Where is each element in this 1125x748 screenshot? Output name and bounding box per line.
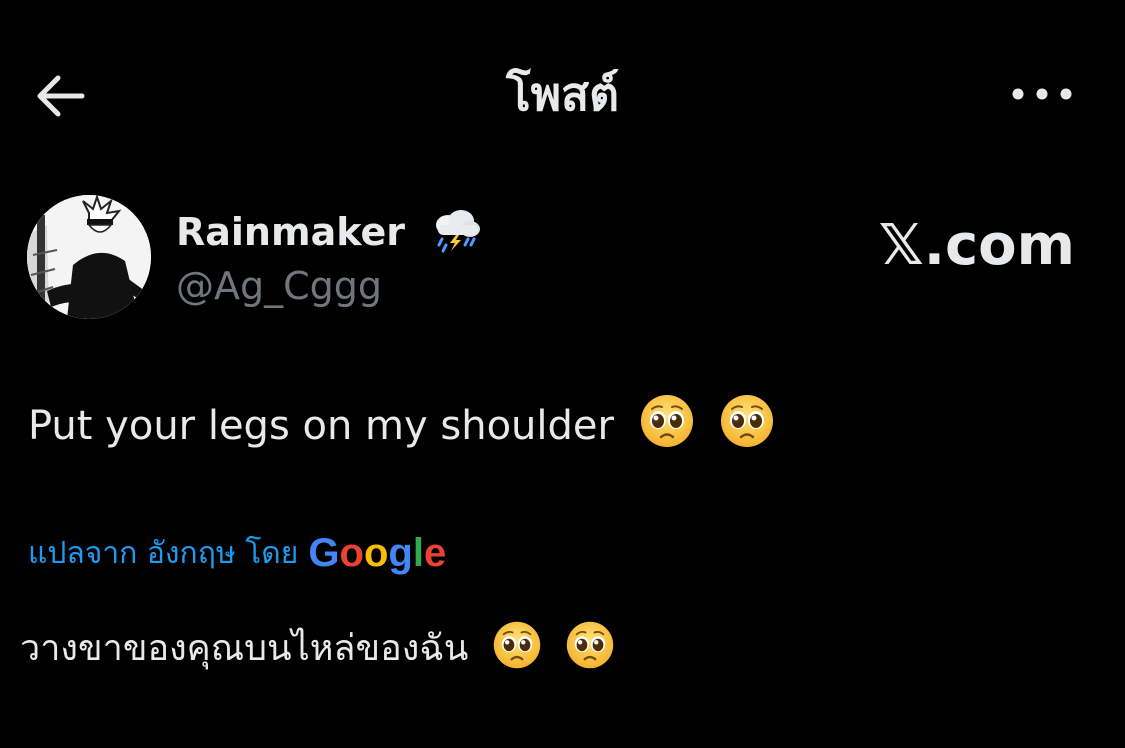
- avatar[interactable]: [27, 195, 151, 319]
- translated-post-text: วางขาของคุณบนไหล่ของฉัน: [20, 620, 615, 678]
- pleading-face-icon: [567, 621, 614, 669]
- top-bar: โพสต์: [0, 0, 1125, 190]
- pleading-face-icon: [640, 395, 693, 447]
- display-name-row[interactable]: Rainmaker: [176, 207, 482, 257]
- display-name[interactable]: Rainmaker: [176, 210, 405, 254]
- cloud-with-lightning-and-rain-icon: [436, 210, 481, 253]
- pleading-face-icon: [721, 395, 774, 447]
- google-logo: Google: [308, 531, 447, 575]
- more-options-button[interactable]: [1010, 78, 1074, 110]
- avatar-image: [27, 195, 151, 319]
- user-handle[interactable]: @Ag_Cggg: [176, 261, 382, 311]
- more-horizontal-icon: [1012, 88, 1072, 100]
- pleading-face-icon: [493, 621, 541, 669]
- watermark-x-com: 𝕏.com: [878, 213, 1075, 278]
- translated-by-google-link[interactable]: แปลจาก อังกฤษ โดย Google: [28, 528, 446, 579]
- page-title: โพสต์: [506, 67, 619, 121]
- translated-text-body: วางขาของคุณบนไหล่ของฉัน: [20, 628, 469, 669]
- translate-label: แปลจาก อังกฤษ โดย: [28, 536, 299, 571]
- post-text-body: Put your legs on my shoulder: [28, 403, 614, 449]
- post-text: Put your legs on my shoulder: [28, 393, 775, 455]
